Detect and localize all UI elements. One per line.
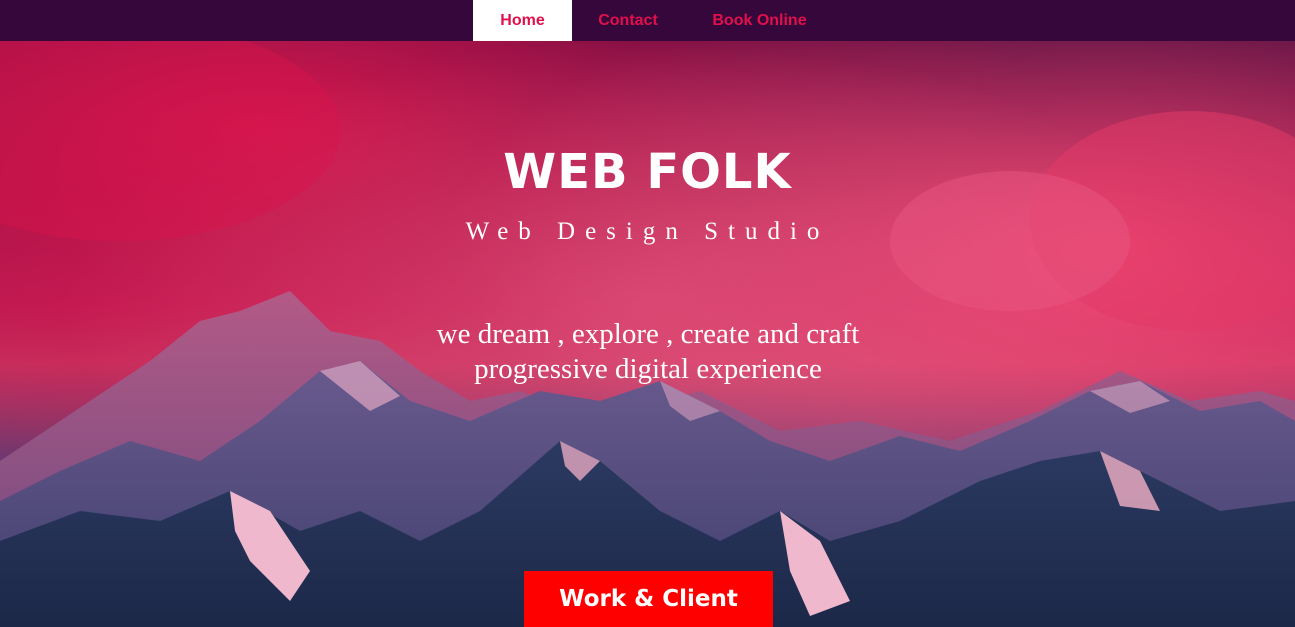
site-title: WEB FOLK xyxy=(503,144,792,200)
work-and-client-button[interactable]: Work & Client xyxy=(524,571,773,627)
site-subtitle: Web Design Studio xyxy=(465,218,830,245)
tagline-line-1: we dream , explore , create and craft xyxy=(436,318,860,350)
tagline-line-2: progressive digital experience xyxy=(474,353,822,385)
hero-section: WEB FOLK Web Design Studio we dream , ex… xyxy=(0,41,1295,627)
nav-home-link[interactable]: Home xyxy=(473,0,572,41)
top-navbar: Home Contact Book Online xyxy=(0,0,1295,41)
nav-contact-link[interactable]: Contact xyxy=(582,0,674,41)
nav-book-online-link[interactable]: Book Online xyxy=(697,0,822,41)
hero-tagline: we dream , explore , create and craft pr… xyxy=(348,317,948,387)
